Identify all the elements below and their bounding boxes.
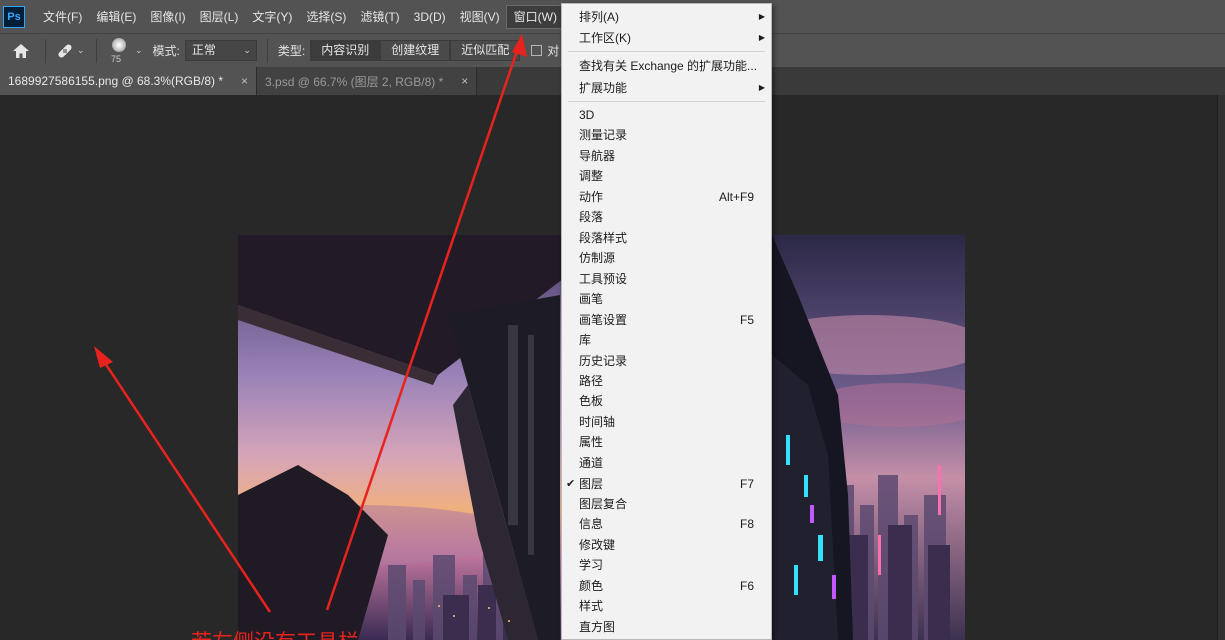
menu-item-color[interactable]: 颜色 F6 [562,576,771,596]
menu-item-brushes[interactable]: 画笔 [562,289,771,309]
chevron-right-icon: ▶ [758,12,765,21]
menu-item-channels[interactable]: 通道 [562,453,771,473]
menu-item-paths[interactable]: 路径 [562,371,771,391]
menu-item-layers[interactable]: ✔ 图层 F7 [562,474,771,494]
menu-item-modifier-keys[interactable]: 修改键 [562,535,771,555]
menu-item-arrange[interactable]: 排列(A) ▶ [562,7,771,27]
menu-item-brush-settings[interactable]: 画笔设置 F5 [562,310,771,330]
menu-item-swatches[interactable]: 色板 [562,391,771,411]
menu-separator [568,101,765,102]
menu-item-clone-source[interactable]: 仿制源 [562,248,771,268]
menu-item-paragraph-styles[interactable]: 段落样式 [562,228,771,248]
chevron-right-icon: ▶ [758,33,765,42]
menu-item-tool-presets[interactable]: 工具预设 [562,269,771,289]
annotation-caption: 若左侧没有工具栏 [191,626,359,640]
menu-item-histogram[interactable]: 直方图 [562,617,771,637]
menu-item-measurement-log[interactable]: 测量记录 [562,125,771,145]
menu-item-libraries[interactable]: 库 [562,330,771,350]
menu-item-extensions[interactable]: 扩展功能 ▶ [562,78,771,98]
menu-item-find-exchange-extensions[interactable]: 查找有关 Exchange 的扩展功能... [562,56,771,76]
menu-item-info[interactable]: 信息 F8 [562,514,771,534]
menu-item-actions[interactable]: 动作 Alt+F9 [562,187,771,207]
chevron-right-icon: ▶ [758,83,765,92]
window-menu-dropdown: 排列(A) ▶ 工作区(K) ▶ 查找有关 Exchange 的扩展功能... 扩展… [561,3,772,640]
menu-item-workspace[interactable]: 工作区(K) ▶ [562,28,771,48]
menu-item-styles[interactable]: 样式 [562,596,771,616]
menu-item-navigator[interactable]: 导航器 [562,146,771,166]
menu-item-paragraph[interactable]: 段落 [562,207,771,227]
menu-separator [568,51,765,52]
checkmark-icon: ✔ [566,478,576,490]
menu-item-history[interactable]: 历史记录 [562,351,771,371]
menu-item-layer-comps[interactable]: 图层复合 [562,494,771,514]
menu-item-3d[interactable]: 3D [562,105,771,125]
menu-item-timeline[interactable]: 时间轴 [562,412,771,432]
menu-item-adjustments[interactable]: 调整 [562,166,771,186]
menu-item-learn[interactable]: 学习 [562,555,771,575]
menu-item-properties[interactable]: 属性 [562,432,771,452]
